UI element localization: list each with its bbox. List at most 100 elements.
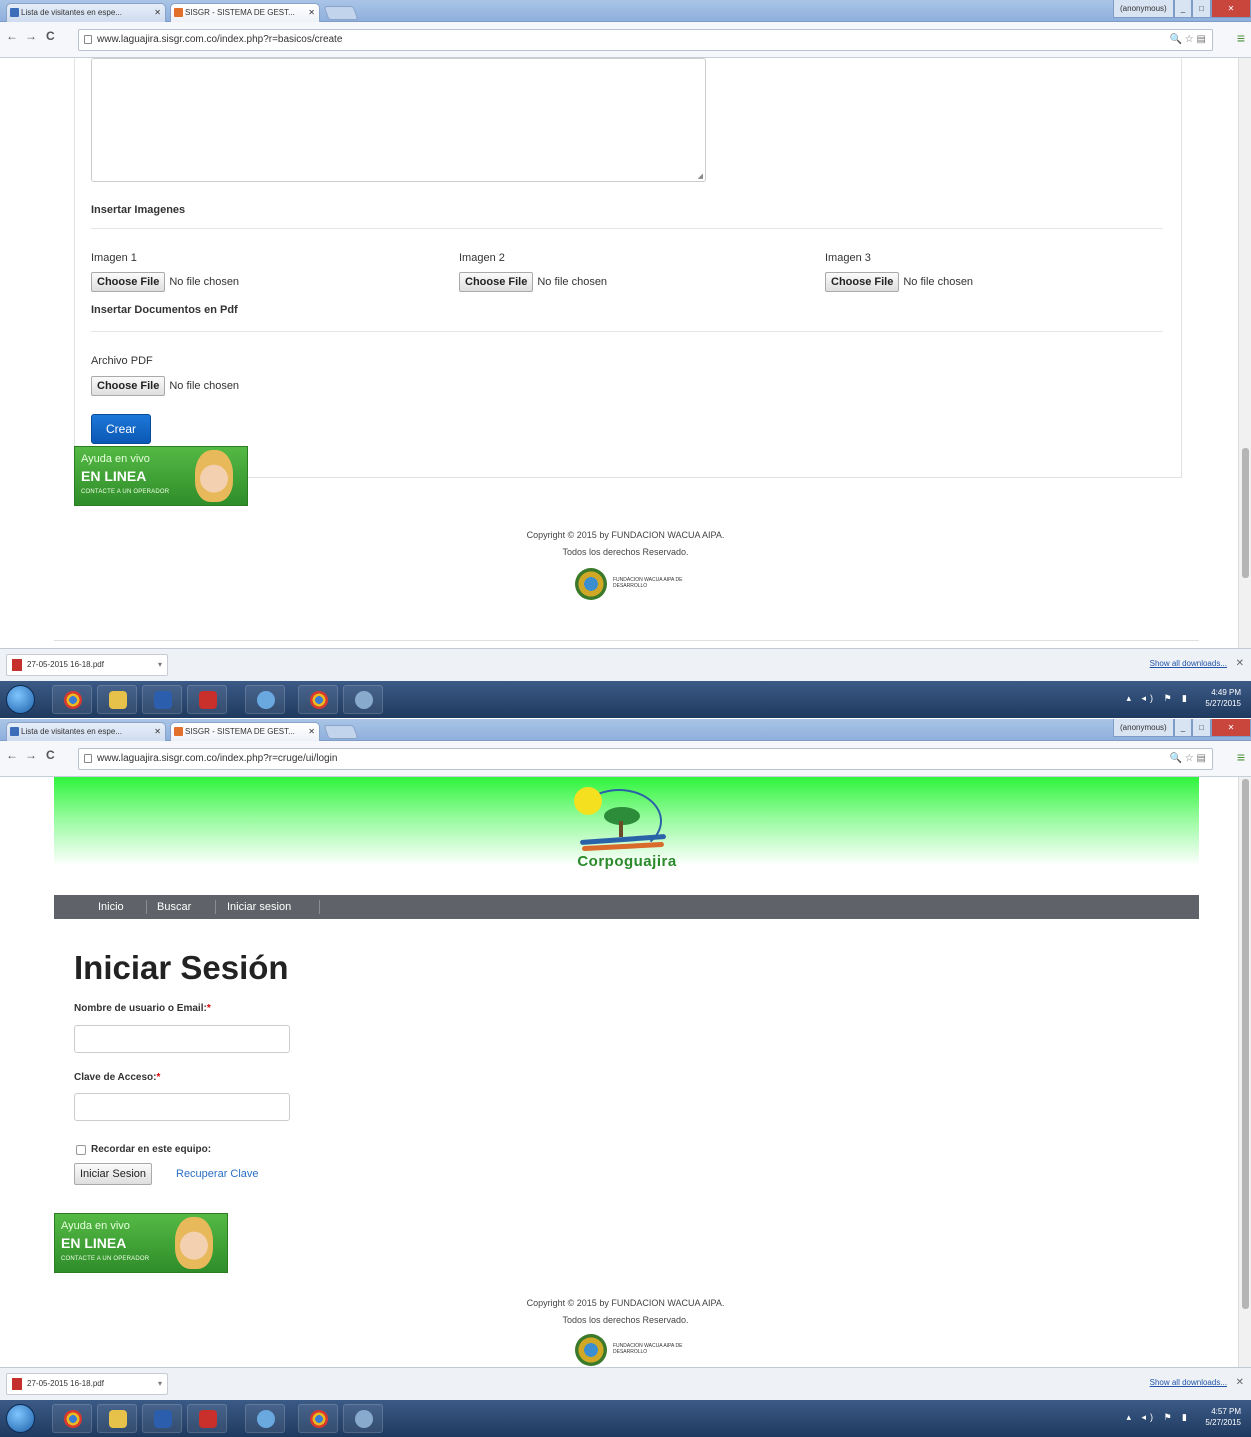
image1-choose-button[interactable]: Choose File — [91, 272, 166, 292]
footer-rights: Todos los derechos Reservado. — [562, 547, 689, 557]
tab-close-icon[interactable]: ✕ — [308, 4, 315, 21]
form-panel: ◢ Insertar Imagenes Imagen 1 Choose File… — [74, 58, 1182, 478]
clock[interactable]: 4:49 PM 5/27/2015 — [1205, 687, 1241, 709]
close-window-button[interactable]: ✕ — [1211, 0, 1251, 18]
start-orb-icon[interactable] — [6, 1404, 35, 1433]
maximize-button[interactable]: □ — [1192, 0, 1211, 18]
clock[interactable]: 4:57 PM 5/27/2015 — [1205, 1406, 1241, 1428]
minimize-button[interactable]: _ — [1173, 0, 1193, 18]
acrobat-taskbar-icon[interactable] — [187, 1404, 227, 1433]
forward-icon[interactable]: → — [25, 29, 37, 43]
new-tab-button[interactable] — [323, 725, 359, 739]
word-taskbar-icon[interactable] — [142, 685, 182, 714]
bookmark-star-icon[interactable]: 🔍 ☆ ▤ — [1170, 30, 1206, 50]
minimize-button[interactable]: _ — [1173, 719, 1193, 737]
logo-trunk — [619, 821, 623, 837]
download-bar: 27-05-2015 16-18.pdf ▾ Show all download… — [0, 1367, 1251, 1400]
corpoguajira-logo[interactable]: Corpoguajira — [562, 785, 692, 875]
explorer-taskbar-icon[interactable] — [97, 685, 137, 714]
page-viewport: ◢ Insertar Imagenes Imagen 1 Choose File… — [0, 58, 1251, 648]
reload-icon[interactable]: C — [46, 29, 55, 43]
new-tab-button[interactable] — [323, 6, 359, 20]
download-item[interactable]: 27-05-2015 16-18.pdf ▾ — [6, 654, 168, 676]
show-all-downloads-link[interactable]: Show all downloads... — [1150, 659, 1227, 668]
tab-favicon-icon — [174, 8, 183, 17]
system-tray-icons[interactable]: ▴ ◂) ⚑ ▮ — [1126, 693, 1191, 704]
download-menu-icon[interactable]: ▾ — [158, 1374, 162, 1394]
required-mark: * — [206, 1003, 211, 1014]
tab-strip: Lista de visitantes en espe... ✕ SISGR -… — [0, 0, 1251, 22]
username-input[interactable] — [74, 1025, 290, 1053]
image3-file-input[interactable]: Choose File No file chosen — [825, 272, 973, 292]
show-all-downloads-link[interactable]: Show all downloads... — [1150, 1378, 1227, 1387]
image1-file-input[interactable]: Choose File No file chosen — [91, 272, 239, 292]
magnifier-taskbar-icon[interactable] — [245, 685, 285, 714]
back-icon[interactable]: ← — [6, 29, 18, 43]
tab-sisgr[interactable]: SISGR - SISTEMA DE GEST... ✕ — [170, 3, 320, 22]
crear-button[interactable]: Crear — [91, 414, 151, 444]
resize-grip-icon[interactable]: ◢ — [698, 172, 703, 180]
word-taskbar-icon[interactable] — [142, 1404, 182, 1433]
pdf-file-input[interactable]: Choose File No file chosen — [91, 376, 239, 396]
url-bar[interactable]: www.laguajira.sisgr.com.co/index.php?r=c… — [78, 748, 1213, 770]
acrobat-taskbar-icon[interactable] — [187, 685, 227, 714]
vertical-scrollbar[interactable] — [1238, 777, 1251, 1367]
url-bar[interactable]: www.laguajira.sisgr.com.co/index.php?r=b… — [78, 29, 1213, 51]
scrollbar-thumb[interactable] — [1242, 779, 1249, 1309]
magnifier-taskbar-icon[interactable] — [245, 1404, 285, 1433]
explorer-taskbar-icon[interactable] — [97, 1404, 137, 1433]
tab-close-icon[interactable]: ✕ — [308, 723, 315, 740]
back-icon[interactable]: ← — [6, 748, 18, 762]
menu-inicio[interactable]: Inicio — [98, 895, 124, 919]
page-bottom-border — [54, 640, 1199, 641]
chrome-taskbar-icon[interactable] — [52, 1404, 92, 1433]
profile-button[interactable]: (anonymous) — [1113, 0, 1174, 18]
bookmark-star-icon[interactable]: 🔍 ☆ ▤ — [1170, 749, 1206, 769]
reload-icon[interactable]: C — [46, 748, 55, 762]
download-item[interactable]: 27-05-2015 16-18.pdf ▾ — [6, 1373, 168, 1395]
page-icon — [84, 754, 92, 763]
scrollbar-thumb[interactable] — [1242, 447, 1249, 578]
menu-iniciar-sesion[interactable]: Iniciar sesion — [227, 895, 291, 919]
vertical-scrollbar[interactable] — [1238, 58, 1251, 648]
download-bar-close-icon[interactable]: ✕ — [1236, 658, 1244, 669]
description-textarea[interactable]: ◢ — [91, 58, 706, 182]
maximize-button[interactable]: □ — [1192, 719, 1211, 737]
paint-taskbar-icon[interactable] — [343, 1404, 383, 1433]
system-tray-icons[interactable]: ▴ ◂) ⚑ ▮ — [1126, 1412, 1191, 1423]
download-bar-close-icon[interactable]: ✕ — [1236, 1377, 1244, 1388]
tab-visitor-list[interactable]: Lista de visitantes en espe... ✕ — [6, 722, 166, 741]
menu-buscar[interactable]: Buscar — [157, 895, 191, 919]
tab-close-icon[interactable]: ✕ — [154, 723, 161, 740]
chrome-menu-icon[interactable]: ≡ — [1237, 30, 1245, 46]
menu-separator — [146, 900, 147, 914]
forward-icon[interactable]: → — [25, 748, 37, 762]
image3-choose-button[interactable]: Choose File — [825, 272, 900, 292]
page-icon — [84, 35, 92, 44]
tab-label: SISGR - SISTEMA DE GEST... — [185, 8, 295, 17]
start-orb-icon[interactable] — [6, 685, 35, 714]
close-window-button[interactable]: ✕ — [1211, 719, 1251, 737]
live-help-banner[interactable]: Ayuda en vivo EN LINEA CONTACTE A UN OPE… — [74, 446, 248, 506]
iniciar-sesion-button[interactable]: Iniciar Sesion — [74, 1163, 153, 1185]
chrome-taskbar-icon[interactable] — [52, 685, 92, 714]
remember-checkbox[interactable] — [76, 1145, 86, 1155]
download-menu-icon[interactable]: ▾ — [158, 655, 162, 675]
password-input[interactable] — [74, 1093, 290, 1121]
profile-button[interactable]: (anonymous) — [1113, 719, 1174, 737]
chrome2-taskbar-icon[interactable] — [298, 1404, 338, 1433]
tab-label: Lista de visitantes en espe... — [21, 8, 122, 17]
tab-sisgr[interactable]: SISGR - SISTEMA DE GEST... ✕ — [170, 722, 320, 741]
tab-close-icon[interactable]: ✕ — [154, 4, 161, 21]
chrome2-taskbar-icon[interactable] — [298, 685, 338, 714]
paint-taskbar-icon[interactable] — [343, 685, 383, 714]
image2-file-input[interactable]: Choose File No file chosen — [459, 272, 607, 292]
pdf-choose-button[interactable]: Choose File — [91, 376, 166, 396]
url-text: www.laguajira.sisgr.com.co/index.php?r=b… — [97, 34, 343, 45]
live-help-banner[interactable]: Ayuda en vivo EN LINEA CONTACTE A UN OPE… — [54, 1213, 228, 1273]
recuperar-clave-link[interactable]: Recuperar Clave — [176, 1168, 259, 1180]
image2-choose-button[interactable]: Choose File — [459, 272, 534, 292]
chrome-menu-icon[interactable]: ≡ — [1237, 749, 1245, 765]
tab-visitor-list[interactable]: Lista de visitantes en espe... ✕ — [6, 3, 166, 22]
remember-label: Recordar en este equipo: — [91, 1144, 212, 1155]
